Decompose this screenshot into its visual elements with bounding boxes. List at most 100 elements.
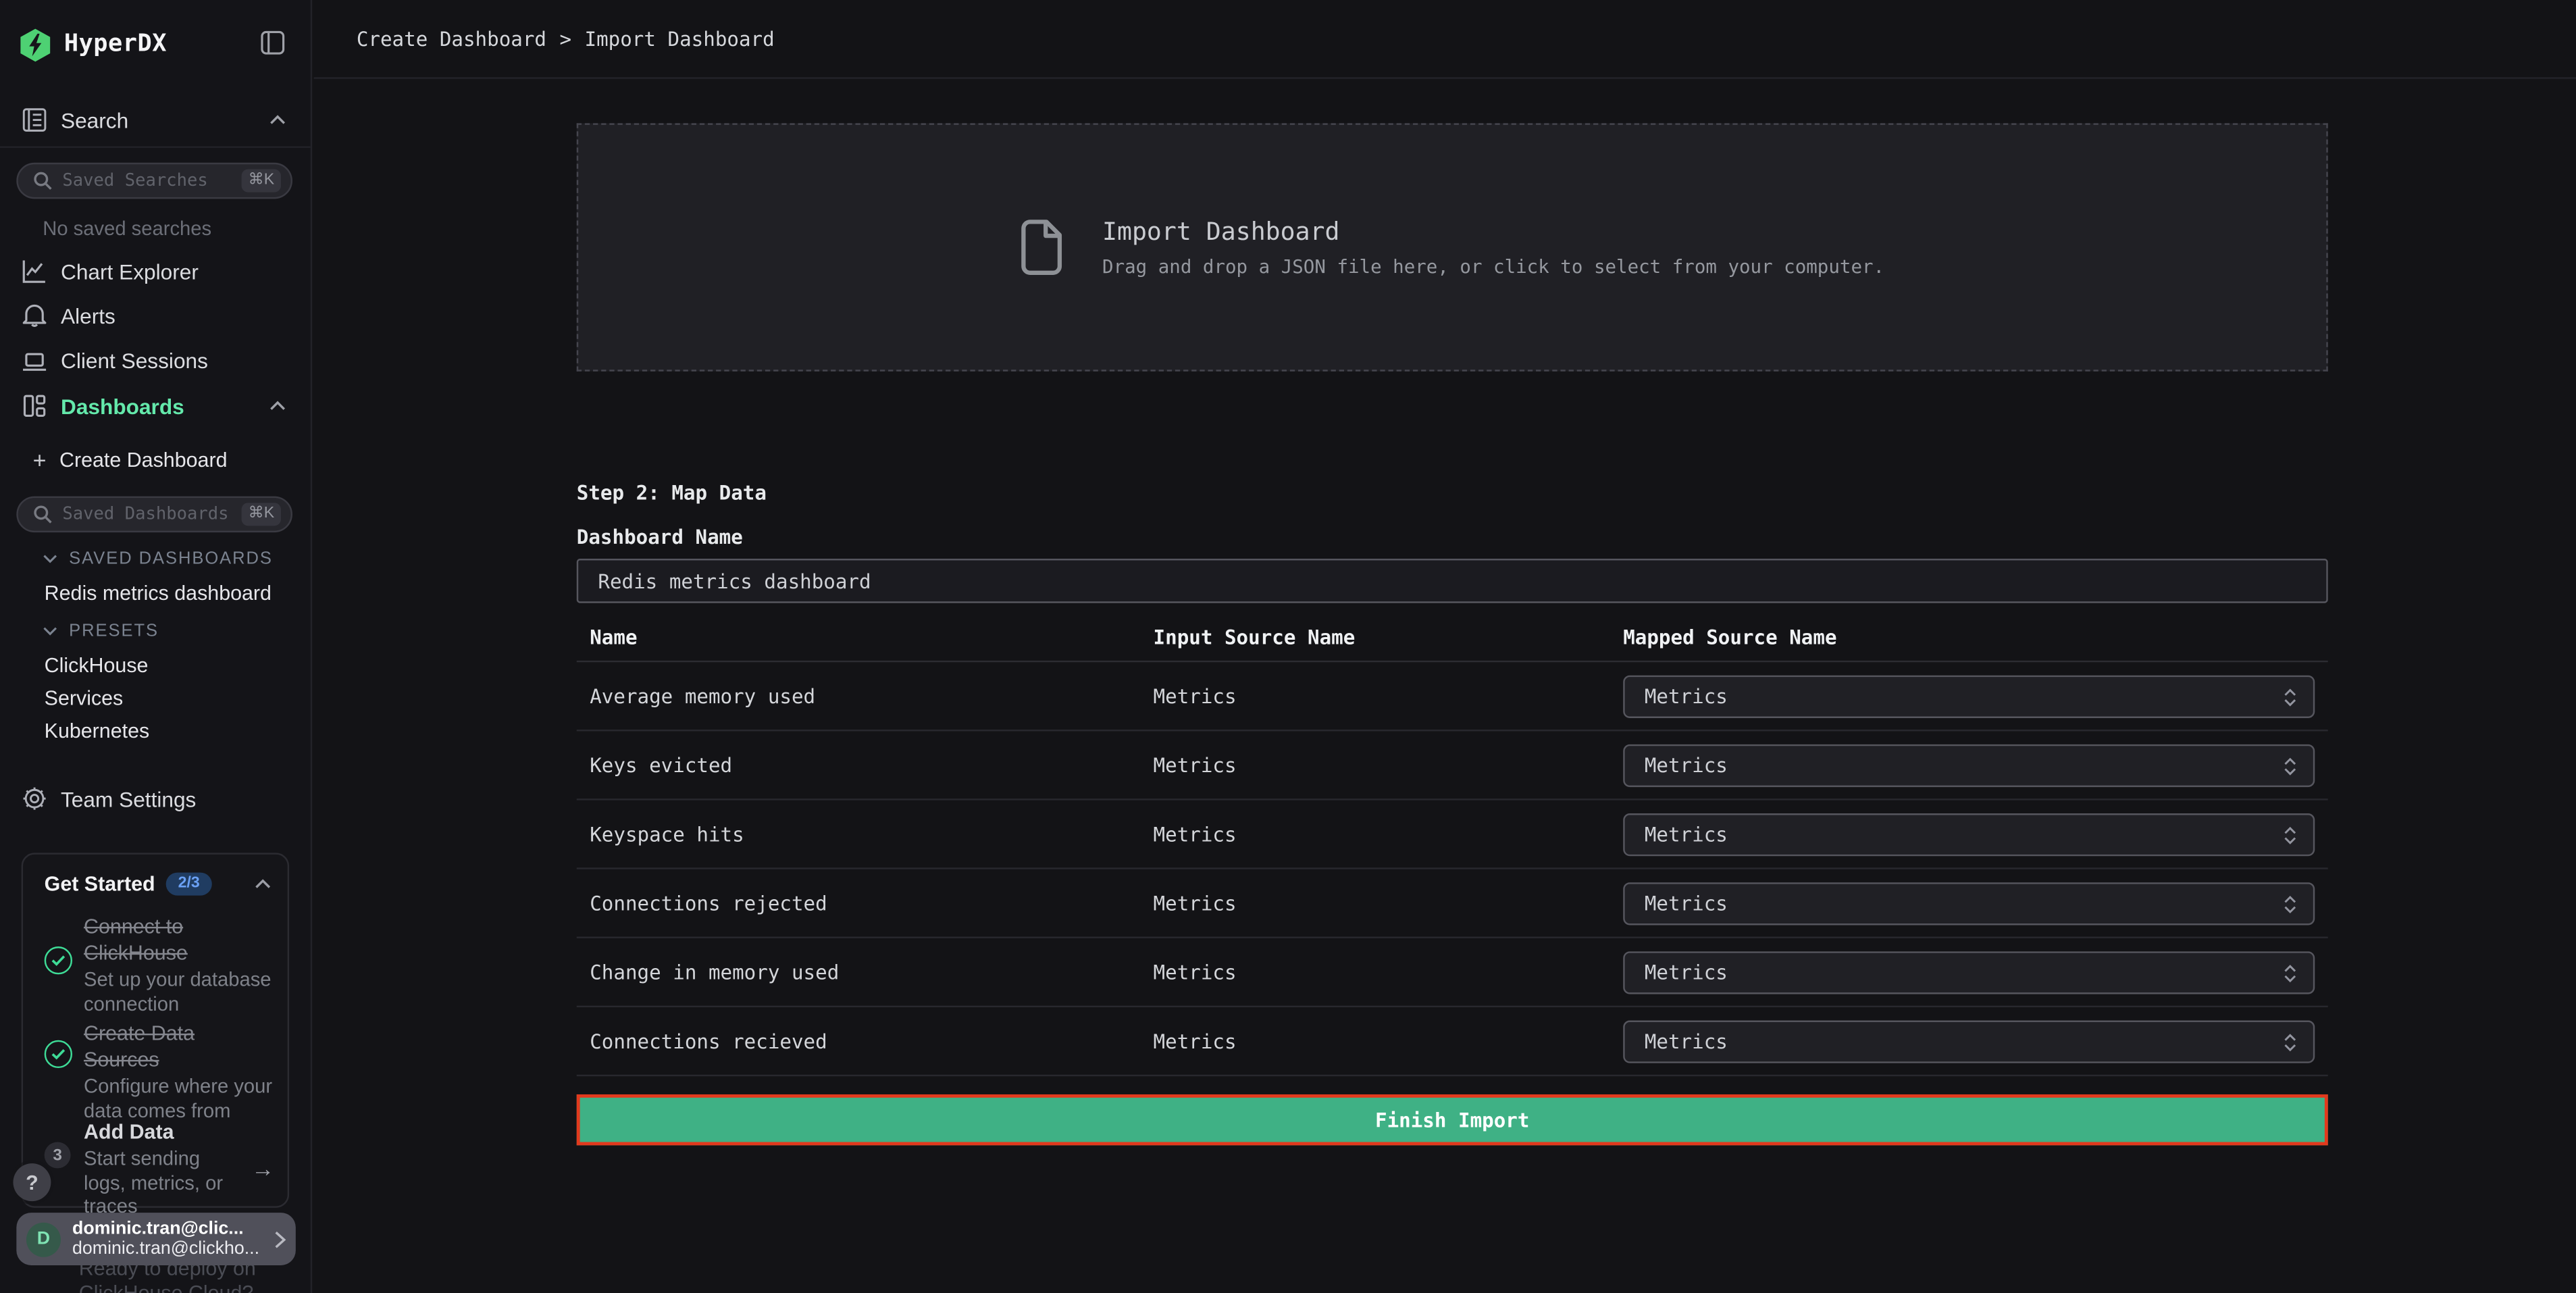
dashboard-name-label: Dashboard Name [577, 526, 743, 549]
section-header-label: SAVED DASHBOARDS [69, 549, 273, 568]
step-description: Start sending logs, metrics, or traces [84, 1147, 242, 1219]
sidebar-item-client-sessions[interactable]: Client Sessions [0, 339, 312, 382]
sidebar-item-label: Chart Explorer [61, 259, 199, 283]
mapped-source-select[interactable]: Metrics [1623, 951, 2315, 994]
sidebar-item-label: Search [61, 107, 128, 132]
input-source-cell: Metrics [1154, 684, 1237, 707]
shortcut-badge: ⌘K [242, 503, 281, 526]
arrow-right-icon: → [251, 1156, 274, 1182]
table-row: Keyspace hits Metrics Metrics [577, 801, 2328, 869]
hyperdx-logo-icon [20, 27, 51, 61]
user-name: dominic.tran@clic... [72, 1219, 271, 1239]
input-source-cell: Metrics [1154, 961, 1237, 984]
saved-dashboards-input[interactable]: Saved Dashboards ⌘K [16, 497, 292, 533]
input-source-cell: Metrics [1154, 822, 1237, 845]
get-started-step-connect[interactable]: Connect to ClickHouse Set up your databa… [45, 913, 275, 1015]
sidebar-item-dashboards[interactable]: Dashboards [0, 384, 312, 427]
search-icon [33, 505, 53, 524]
table-header-row: Name Input Source Name Mapped Source Nam… [577, 621, 2328, 662]
selected-source-value: Metrics [1645, 1030, 2284, 1053]
shortcut-badge: ⌘K [242, 170, 281, 192]
help-button[interactable]: ? [13, 1163, 51, 1201]
table-row: Change in memory used Metrics Metrics [577, 938, 2328, 1007]
column-header-mapped-source: Mapped Source Name [1623, 626, 1836, 649]
laptop-icon [20, 347, 47, 374]
selected-source-value: Metrics [1645, 823, 2284, 846]
no-saved-searches-text: No saved searches [43, 217, 211, 240]
search-panel-icon [20, 106, 47, 134]
presets-section-header[interactable]: PRESETS [43, 621, 159, 640]
dashboards-icon [20, 392, 47, 420]
breadcrumb-import-dashboard: Import Dashboard [585, 27, 775, 50]
chart-name-cell: Average memory used [590, 684, 815, 707]
sidebar-item-chart-explorer[interactable]: Chart Explorer [0, 250, 312, 293]
select-chevrons-icon [2284, 894, 2296, 913]
chevron-up-icon[interactable] [255, 879, 271, 889]
check-circle-icon [45, 946, 72, 974]
selected-source-value: Metrics [1645, 685, 2284, 708]
breadcrumb-create-dashboard[interactable]: Create Dashboard [357, 27, 546, 50]
logo-wordmark: HyperDX [64, 31, 167, 57]
section-header-label: PRESETS [69, 621, 159, 640]
input-source-cell: Metrics [1154, 1030, 1237, 1053]
user-email: dominic.tran@clickho... [72, 1239, 271, 1259]
import-dropzone[interactable]: Import Dashboard Drag and drop a JSON fi… [577, 123, 2328, 371]
get-started-header[interactable]: Get Started 2/3 [45, 871, 272, 897]
get-started-step-add-data[interactable]: 3 Add Data Start sending logs, metrics, … [45, 1119, 275, 1218]
chevron-up-icon [269, 401, 286, 411]
create-dashboard-label: Create Dashboard [59, 449, 227, 472]
user-menu[interactable]: D dominic.tran@clic... dominic.tran@clic… [16, 1213, 296, 1265]
chart-name-cell: Connections rejected [590, 892, 827, 915]
sidebar-item-team-settings[interactable]: Team Settings [0, 778, 312, 820]
sidebar-collapse-icon[interactable] [259, 30, 289, 59]
input-source-cell: Metrics [1154, 892, 1237, 915]
mapped-source-select[interactable]: Metrics [1623, 813, 2315, 856]
logo[interactable]: HyperDX [20, 26, 292, 63]
table-row: Keys evicted Metrics Metrics [577, 731, 2328, 800]
breadcrumb-separator: > [546, 27, 585, 50]
check-circle-icon [45, 1040, 72, 1068]
table-row: Connections rejected Metrics Metrics [577, 869, 2328, 938]
saved-dashboard-redis-metrics[interactable]: Redis metrics dashboard [45, 582, 272, 605]
create-dashboard-button[interactable]: + Create Dashboard [33, 447, 228, 474]
mapped-source-select[interactable]: Metrics [1623, 1021, 2315, 1063]
sidebar: HyperDX Search [0, 0, 312, 1293]
chart-name-cell: Change in memory used [590, 961, 839, 984]
step-description: Configure where your data comes from [84, 1075, 274, 1123]
mapped-source-select[interactable]: Metrics [1623, 744, 2315, 787]
saved-searches-placeholder: Saved Searches [62, 171, 242, 191]
get-started-step-data-sources[interactable]: Create Data Sources Configure where your… [45, 1021, 275, 1123]
get-started-title: Get Started [45, 873, 155, 896]
saved-searches-input[interactable]: Saved Searches ⌘K [16, 163, 292, 199]
preset-kubernetes[interactable]: Kubernetes [45, 719, 150, 742]
select-chevrons-icon [2284, 964, 2296, 982]
sidebar-item-alerts[interactable]: Alerts [0, 294, 312, 336]
saved-dashboards-section-header[interactable]: SAVED DASHBOARDS [43, 549, 273, 568]
chart-line-icon [20, 257, 47, 285]
file-icon [1020, 219, 1062, 276]
mapped-source-select[interactable]: Metrics [1623, 882, 2315, 925]
step-title: Connect to ClickHouse [84, 913, 274, 966]
mapping-table: Name Input Source Name Mapped Source Nam… [577, 621, 2328, 1076]
chevron-down-icon [43, 626, 57, 636]
select-chevrons-icon [2284, 826, 2296, 844]
app-root: HyperDX Search [0, 0, 2576, 1293]
select-chevrons-icon [2284, 1033, 2296, 1051]
chart-name-cell: Connections recieved [590, 1030, 827, 1053]
step-number-badge: 3 [45, 1142, 72, 1170]
table-row: Average memory used Metrics Metrics [577, 662, 2328, 731]
dashboard-name-input[interactable] [577, 559, 2328, 603]
selected-source-value: Metrics [1645, 892, 2284, 915]
finish-import-button[interactable]: Finish Import [577, 1094, 2328, 1145]
preset-clickhouse[interactable]: ClickHouse [45, 654, 149, 677]
column-header-input-source: Input Source Name [1154, 626, 1356, 649]
selected-source-value: Metrics [1645, 754, 2284, 777]
bell-icon [20, 301, 47, 329]
column-header-name: Name [590, 626, 637, 649]
sidebar-item-label: Client Sessions [61, 349, 208, 373]
mapped-source-select[interactable]: Metrics [1623, 676, 2315, 718]
input-source-cell: Metrics [1154, 753, 1237, 776]
preset-services[interactable]: Services [45, 687, 124, 710]
sidebar-item-search[interactable]: Search [0, 99, 312, 141]
chart-name-cell: Keys evicted [590, 753, 732, 776]
